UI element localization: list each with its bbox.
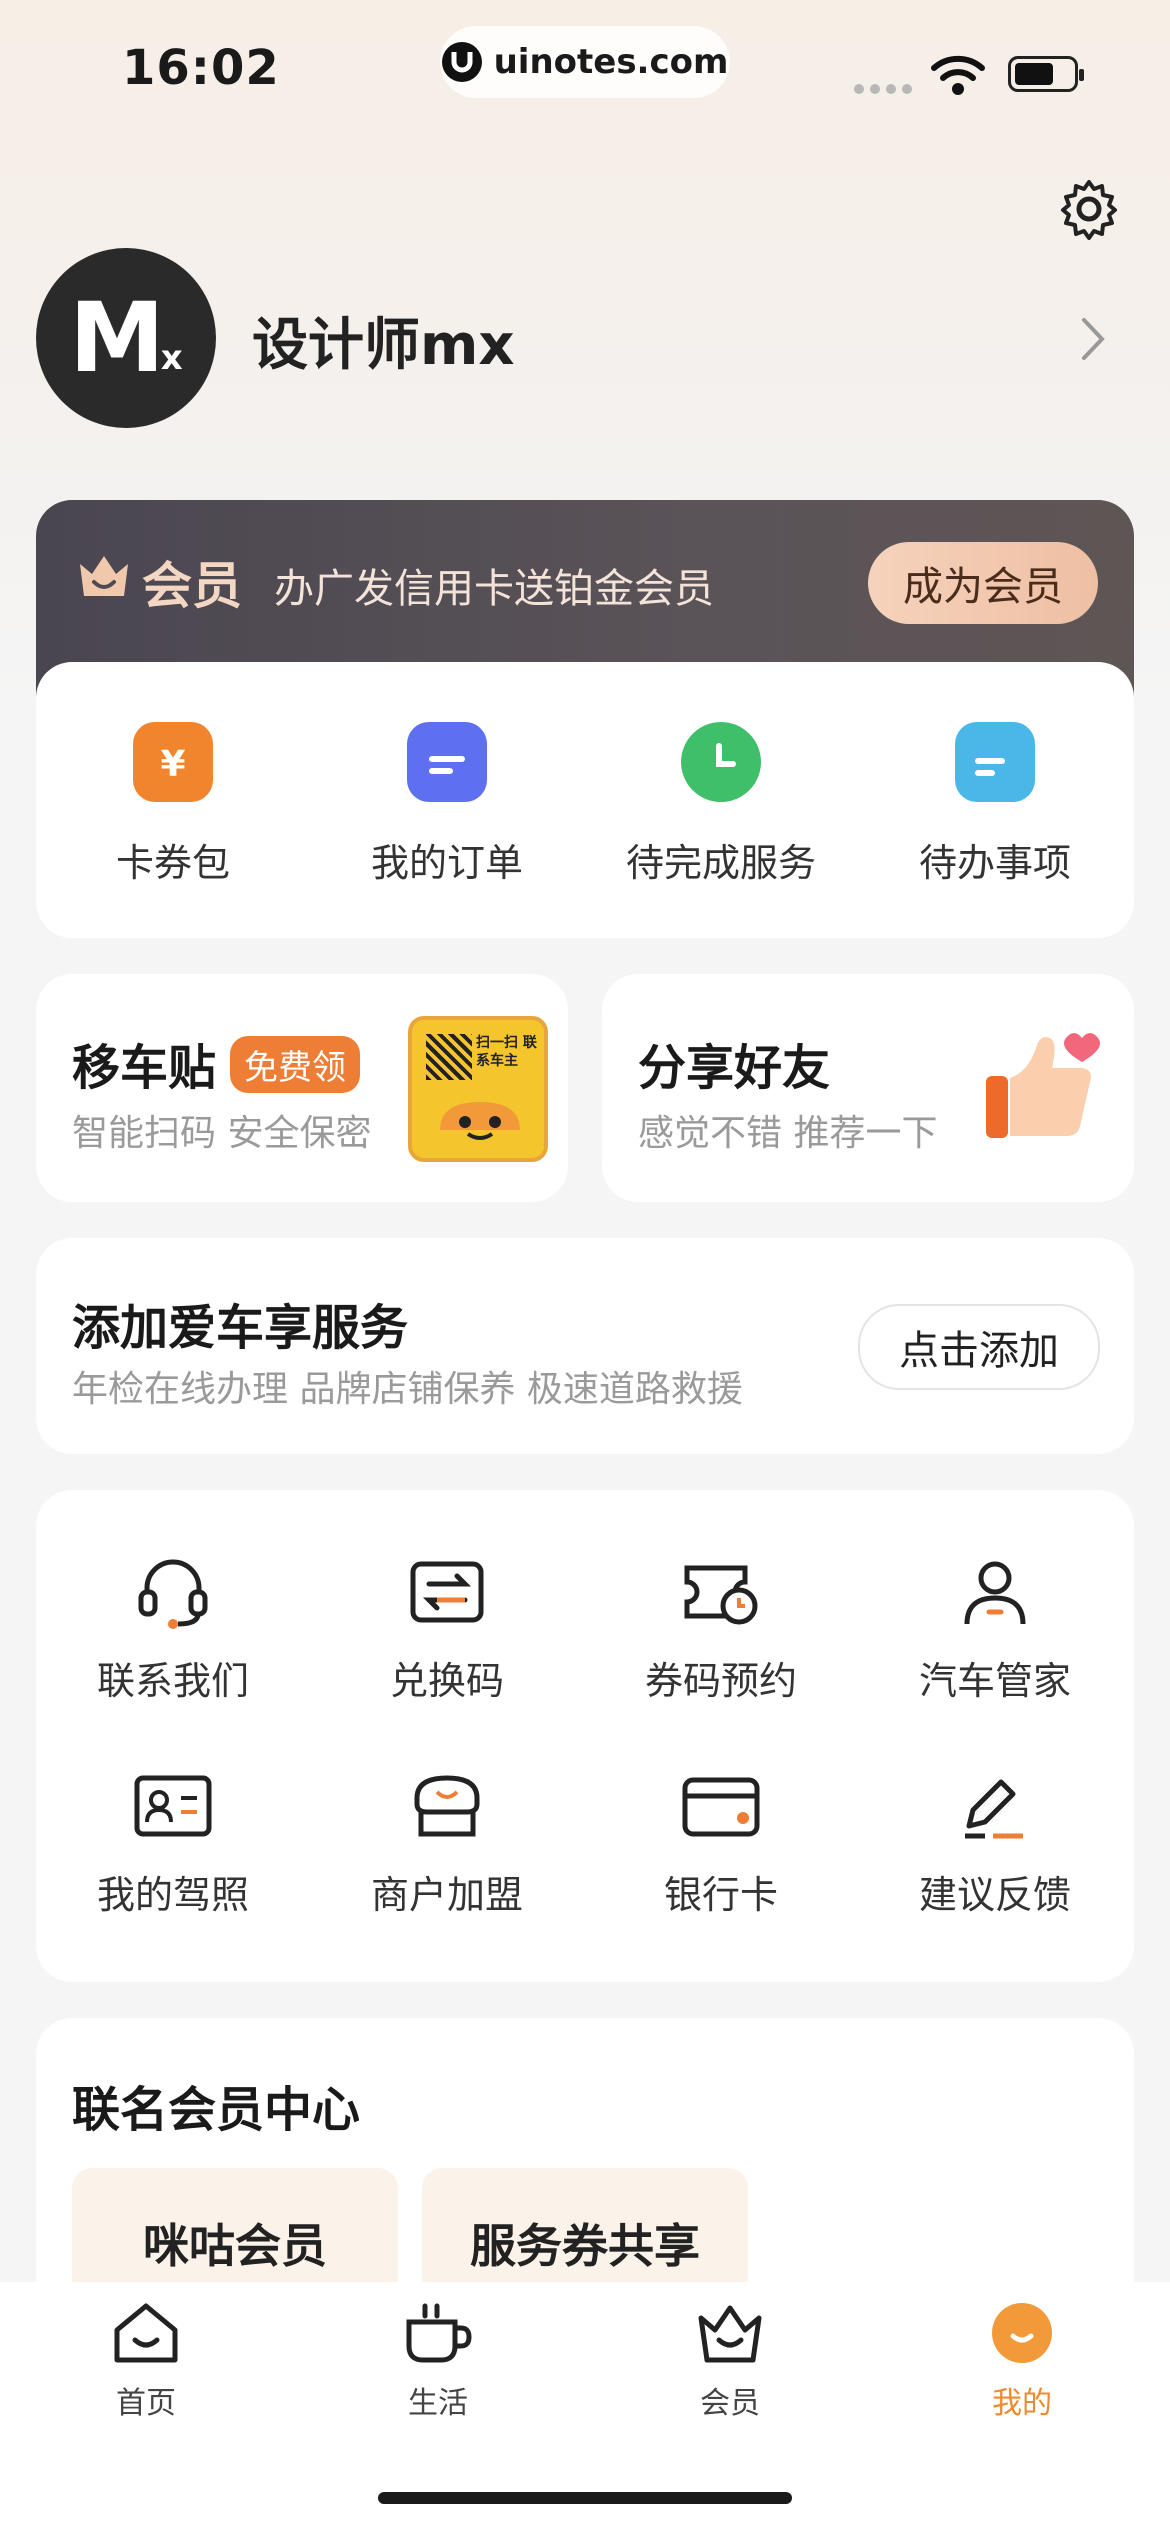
coupon-booking-icon <box>684 1565 758 1625</box>
grid-label: 我的驾照 <box>96 1873 249 1917</box>
url-pill: uinotes.com <box>440 26 730 98</box>
grid-item-bank-card[interactable]: 银行卡 <box>584 1768 858 1919</box>
share-title: 分享好友 <box>638 1040 831 1096</box>
share-subtitle: 感觉不错 推荐一下 <box>638 1113 938 1154</box>
exchange-code-icon <box>410 1561 484 1623</box>
share-friends-card[interactable]: 分享好友 感觉不错 推荐一下 <box>602 974 1134 1202</box>
add-car-button[interactable]: 点击添加 <box>858 1304 1100 1390</box>
grid-label: 建议反馈 <box>918 1873 1071 1917</box>
grid-item-coupon-booking[interactable]: 券码预约 <box>584 1554 858 1705</box>
merchant-icon <box>414 1775 480 1837</box>
tab-life[interactable]: 生活 <box>348 2300 528 2422</box>
life-cup-icon <box>406 2303 472 2363</box>
car-face-icon <box>440 1102 520 1140</box>
quick-label: 我的订单 <box>370 841 523 885</box>
feedback-icon <box>965 1779 1023 1839</box>
quick-label: 卡券包 <box>115 841 230 885</box>
wifi-icon <box>931 55 985 95</box>
joint-title: 联名会员中心 <box>72 2082 361 2138</box>
quick-coupon-wallet[interactable]: ¥ 卡券包 <box>36 722 310 887</box>
grid-item-contact[interactable]: 联系我们 <box>36 1554 310 1705</box>
profile-icon <box>992 2303 1052 2363</box>
sticker-text: 扫一扫 联系车主 <box>476 1035 537 1069</box>
service-title: 添加爱车享服务 <box>72 1300 409 1356</box>
signal-icon <box>854 84 912 94</box>
coupon-wallet-icon: ¥ <box>133 722 213 802</box>
quick-todo[interactable]: 待办事项 <box>858 722 1132 887</box>
move-car-subtitle: 智能扫码 安全保密 <box>72 1113 372 1154</box>
bank-card-icon <box>682 1777 760 1837</box>
svg-text:¥: ¥ <box>160 744 185 785</box>
headset-icon <box>138 1559 208 1629</box>
crown-icon <box>698 2305 762 2363</box>
member-promo: 办广发信用卡送铂金会员 <box>274 566 714 612</box>
add-car-service-card: 添加爱车享服务 年检在线办理 品牌店铺保养 极速道路救援 点击添加 <box>36 1238 1134 1454</box>
settings-gear-icon[interactable] <box>1056 176 1122 242</box>
grid-label: 联系我们 <box>96 1659 249 1703</box>
avatar[interactable]: Mx <box>36 248 216 428</box>
avatar-letter: M <box>69 282 165 394</box>
member-crown-icon <box>80 556 128 596</box>
user-name[interactable]: 设计师mx <box>252 300 514 381</box>
chevron-right-icon[interactable] <box>1078 316 1108 362</box>
quick-label: 待办事项 <box>918 841 1071 885</box>
home-icon <box>114 2303 178 2363</box>
car-butler-icon <box>964 1561 1026 1625</box>
tab-mine[interactable]: 我的 <box>932 2300 1112 2422</box>
grid-item-exchange-code[interactable]: 兑换码 <box>310 1554 584 1705</box>
quick-my-orders[interactable]: 我的订单 <box>310 722 584 887</box>
qr-code <box>426 1034 472 1080</box>
grid-label: 汽车管家 <box>918 1659 1071 1703</box>
status-time: 16:02 <box>122 40 280 96</box>
tab-member[interactable]: 会员 <box>640 2300 820 2422</box>
become-member-button[interactable]: 成为会员 <box>868 542 1098 624</box>
clock-icon <box>681 722 761 802</box>
url-text: uinotes.com <box>493 42 729 82</box>
grid-label: 兑换码 <box>389 1659 504 1703</box>
free-badge: 免费领 <box>230 1036 360 1093</box>
license-icon <box>134 1775 212 1837</box>
thumbs-up-icon <box>986 1033 1100 1138</box>
grid-label: 银行卡 <box>663 1873 778 1917</box>
tab-home[interactable]: 首页 <box>56 2300 236 2422</box>
tab-label: 会员 <box>700 2386 760 2421</box>
grid-item-feedback[interactable]: 建议反馈 <box>858 1768 1132 1919</box>
quick-label: 待完成服务 <box>625 841 816 885</box>
grid-item-license[interactable]: 我的驾照 <box>36 1768 310 1919</box>
home-indicator <box>378 2492 792 2504</box>
order-icon <box>407 722 487 802</box>
avatar-sub: x <box>160 338 183 378</box>
grid-item-merchant[interactable]: 商户加盟 <box>310 1768 584 1919</box>
tab-label: 我的 <box>992 2386 1052 2421</box>
grid-label: 商户加盟 <box>370 1873 523 1917</box>
qr-sticker-image: 扫一扫 联系车主 <box>408 1016 548 1162</box>
move-car-card[interactable]: 移车贴 免费领 智能扫码 安全保密 扫一扫 联系车主 <box>36 974 568 1202</box>
service-grid-card: 联系我们 兑换码 券码预约 汽车管家 我的驾照 商户加盟 银行卡 建议反馈 <box>36 1490 1134 1982</box>
member-title: 会员 <box>142 557 242 615</box>
site-logo-icon <box>441 42 482 82</box>
battery-icon <box>1008 56 1084 92</box>
tab-label: 首页 <box>116 2386 176 2421</box>
grid-item-car-butler[interactable]: 汽车管家 <box>858 1554 1132 1705</box>
tab-label: 生活 <box>408 2386 468 2421</box>
service-subtitle: 年检在线办理 品牌店铺保养 极速道路救援 <box>72 1369 743 1410</box>
move-car-title: 移车贴 <box>72 1040 217 1096</box>
quick-pending-service[interactable]: 待完成服务 <box>584 722 858 887</box>
todo-icon <box>955 722 1035 802</box>
grid-label: 券码预约 <box>644 1659 797 1703</box>
quick-actions-card: ¥ 卡券包 我的订单 待完成服务 待办事项 <box>36 662 1134 938</box>
